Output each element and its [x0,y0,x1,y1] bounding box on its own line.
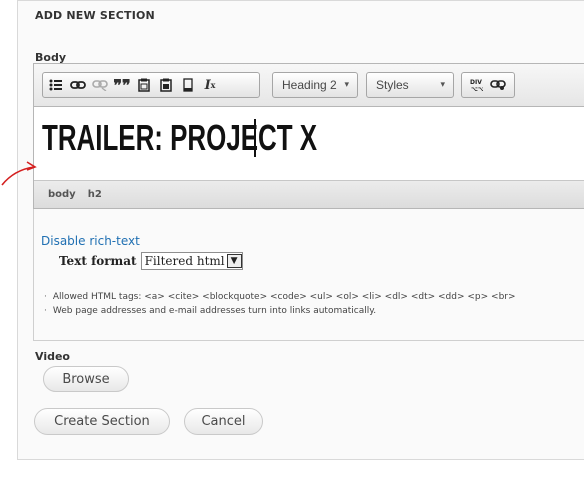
cancel-button[interactable]: Cancel [184,408,263,435]
section-title: ADD NEW SECTION [35,9,155,22]
element-path-bar: body h2 [34,180,584,208]
text-caret [254,119,256,157]
link-icon[interactable] [67,74,89,96]
styles-dropdown-value: Styles [376,78,409,92]
tip-auto-links: Web page addresses and e-mail addresses … [52,306,377,316]
editor-content-area[interactable]: TRAILER: PROJECT X [34,107,584,181]
toolbar-group-extra: DIV ⌥⌥ [461,72,515,98]
path-item-h2[interactable]: h2 [88,189,102,200]
text-format-select-value: Filtered html [144,254,225,268]
svg-text:DIV: DIV [470,79,482,86]
tip-item: · Web page addresses and e-mail addresses… [44,306,377,316]
text-format-wrapper [33,209,584,341]
paste-word-icon[interactable] [155,74,177,96]
bulleted-list-icon[interactable] [45,74,67,96]
styles-dropdown[interactable]: Styles ▾ [366,72,454,98]
text-format-label: Text format [59,254,137,268]
format-dropdown[interactable]: Heading 2 ▾ [272,72,358,98]
rich-text-editor: ❞❞ Ix Heading 2 ▾ Styles ▾ DIV ⌥⌥ TRAILE… [33,63,584,209]
path-item-body[interactable]: body [48,189,76,200]
tip-item: · Allowed HTML tags: <a> <cite> <blockquo… [44,292,516,302]
format-dropdown-value: Heading 2 [282,78,337,92]
create-section-button[interactable]: Create Section [34,408,170,435]
paste-text-icon[interactable] [133,74,155,96]
blockquote-icon[interactable]: ❞❞ [111,74,133,96]
heading-content: TRAILER: PROJECT X [42,117,318,158]
chevron-down-icon: ▾ [344,79,349,89]
tip-allowed-tags: Allowed HTML tags: <a> <cite> <blockquot… [52,292,516,302]
link-chain-icon[interactable] [487,74,509,96]
toolbar-group-formatting: ❞❞ Ix [42,72,260,98]
text-format-row: Text format Filtered html ▼ [59,252,243,270]
text-format-select[interactable]: Filtered html ▼ [140,252,243,270]
format-tips: · Allowed HTML tags: <a> <cite> <blockquo… [44,290,516,318]
unlink-icon[interactable] [89,74,111,96]
video-label: Video [35,350,70,363]
remove-format-icon[interactable]: Ix [199,74,221,96]
browse-button[interactable]: Browse [43,366,129,392]
annotation-arrow-icon [1,161,37,186]
source-icon[interactable] [177,74,199,96]
div-container-icon[interactable]: DIV ⌥⌥ [465,74,487,96]
chevron-down-icon: ▾ [440,79,445,89]
svg-text:⌥⌥: ⌥⌥ [471,86,483,92]
chevron-down-icon: ▼ [226,254,242,268]
disable-rich-text-link[interactable]: Disable rich-text [41,234,140,248]
editor-toolbar: ❞❞ Ix Heading 2 ▾ Styles ▾ DIV ⌥⌥ [34,64,584,107]
